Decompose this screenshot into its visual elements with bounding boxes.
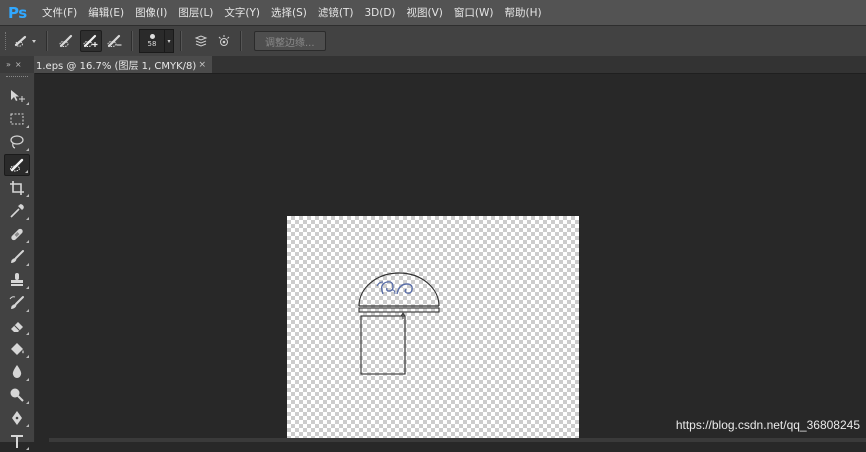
blur-tool[interactable] [4,361,30,383]
lasso-icon [10,135,24,149]
crop-tool[interactable] [4,177,30,199]
expand-panels-icon[interactable]: » [6,60,11,69]
brush-icon [11,250,24,263]
watermark: https://blog.csdn.net/qq_36808245 [675,418,860,432]
pen-tool[interactable] [4,407,30,429]
subtract-from-selection-icon [107,34,122,48]
brush-tip-icon [149,34,155,39]
menu-view[interactable]: 视图(V) [407,5,443,20]
menu-bar: Ps 文件(F) 编辑(E) 图像(I) 图层(L) 文字(Y) 选择(S) 滤… [0,0,866,25]
new-selection-button[interactable] [57,31,77,51]
horizontal-scrollbar[interactable] [49,438,866,442]
sample-all-layers-button[interactable] [191,31,211,51]
eraser-icon [11,322,23,332]
lasso-tool[interactable] [4,131,30,153]
eyedropper-tool[interactable] [4,200,30,222]
tools-grip[interactable] [6,76,28,80]
document-tab[interactable]: 1.eps @ 16.7% (图层 1, CMYK/8) × [34,56,212,73]
menu-layer[interactable]: 图层(L) [178,5,213,20]
eyedropper-icon [10,204,24,218]
menu-file[interactable]: 文件(F) [42,5,77,20]
crop-icon [10,181,24,195]
menu-select[interactable]: 选择(S) [271,5,307,20]
clone-stamp-tool[interactable] [4,269,30,291]
app-logo: Ps [8,3,27,22]
brush-size-picker[interactable]: 58 [139,29,165,53]
close-document-icon[interactable]: × [198,60,206,70]
quick-selection-tool[interactable] [4,154,30,176]
stamp-icon [11,273,23,286]
brush-size-dropdown[interactable]: ▾ [165,29,174,53]
options-separator [240,31,242,51]
bandage-icon [11,228,23,241]
drawing-artwork [358,272,440,375]
options-grip[interactable] [5,32,9,50]
document-tab-title: 1.eps @ 16.7% (图层 1, CMYK/8) [36,61,197,72]
history-brush-tool[interactable] [4,292,30,314]
paint-bucket-tool[interactable] [4,338,30,360]
pen-icon [12,411,22,425]
canvas-area[interactable]: https://blog.csdn.net/qq_36808245 [35,74,866,442]
marquee-icon [10,113,24,125]
menu-window[interactable]: 窗口(W) [454,5,494,20]
options-separator [180,31,182,51]
options-bar: 58 ▾ 调整边缘... [0,25,866,57]
quick-selection-icon [14,35,36,47]
sample-all-layers-icon [194,35,208,47]
paint-bucket-icon [11,343,24,355]
add-to-selection-icon [83,34,98,48]
menu-3d[interactable]: 3D(D) [364,7,395,19]
water-drop-icon [12,365,22,378]
move-icon [11,90,25,102]
document-tab-bar: » × 1.eps @ 16.7% (图层 1, CMYK/8) × [0,56,866,74]
menu-filter[interactable]: 滤镜(T) [318,5,354,20]
new-selection-icon [59,34,73,48]
options-separator [46,31,48,51]
add-to-selection-button[interactable] [80,30,102,52]
document-canvas[interactable] [287,216,579,442]
refine-edge-button[interactable]: 调整边缘... [254,31,326,51]
menu-type[interactable]: 文字(Y) [224,5,260,20]
brush-size-value: 58 [147,40,157,48]
history-brush-icon [9,296,24,309]
marquee-tool[interactable] [4,108,30,130]
healing-brush-tool[interactable] [4,223,30,245]
type-tool[interactable] [4,430,30,452]
toolbar-panel-header: » × [0,56,34,73]
options-separator [131,31,133,51]
auto-enhance-button[interactable] [214,31,234,51]
menu-image[interactable]: 图像(I) [135,5,167,20]
eraser-tool[interactable] [4,315,30,337]
move-tool[interactable] [4,85,30,107]
menu-help[interactable]: 帮助(H) [505,5,542,20]
brush-tool[interactable] [4,246,30,268]
quick-selection-tool-icon [10,158,24,172]
menu-edit[interactable]: 编辑(E) [88,5,124,20]
type-icon [11,435,23,448]
dodge-tool[interactable] [4,384,30,406]
dodge-icon [10,388,24,402]
auto-enhance-icon [218,35,230,46]
close-panel-icon[interactable]: × [15,60,22,69]
tools-panel [0,73,35,450]
subtract-from-selection-button[interactable] [105,31,125,51]
tool-preset-picker[interactable] [12,31,40,51]
